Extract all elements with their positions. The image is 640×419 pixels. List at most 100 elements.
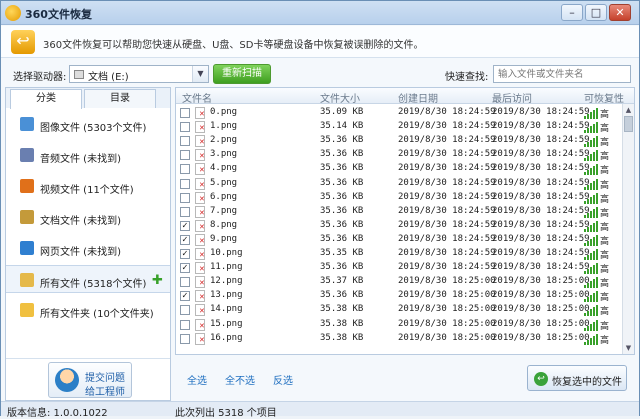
cell-size: 35.14 KB [320, 121, 364, 132]
cell-size: 35.36 KB [320, 290, 364, 301]
category-label: 所有文件 (5318个文件) [40, 279, 147, 290]
feedback-button[interactable]: 提交问题 给工程师 [48, 362, 132, 398]
row-checkbox[interactable] [180, 178, 190, 189]
scroll-down-icon[interactable]: ▼ [623, 342, 634, 354]
signal-strength-icon [584, 305, 598, 317]
row-checkbox[interactable]: ✓ [180, 234, 190, 245]
tab-directory[interactable]: 目录 [84, 89, 156, 108]
window-title: 360文件恢复 [25, 8, 92, 21]
close-button[interactable]: ✕ [609, 4, 631, 21]
row-checkbox[interactable] [180, 319, 190, 330]
title-bar[interactable]: 360文件恢复 – □ ✕ [1, 1, 639, 25]
row-checkbox[interactable] [180, 150, 190, 161]
category-item[interactable]: 音频文件 (未找到) [6, 141, 170, 169]
select-all-link[interactable]: 全选 [187, 372, 207, 387]
table-row[interactable]: ✓ 8.png 35.36 KB 2019/8/30 18:24:592019/8/3… [176, 219, 622, 233]
row-checkbox[interactable]: ✓ [180, 263, 190, 274]
table-row[interactable]: 6.png 35.36 KB 2019/8/30 18:24:592019/8/30… [176, 191, 622, 205]
column-header-created[interactable]: 创建日期 [398, 90, 438, 105]
table-row[interactable]: 5.png 35.36 KB 2019/8/30 18:24:592019/8/30… [176, 177, 622, 191]
row-checkbox[interactable] [180, 122, 190, 133]
drive-select[interactable]: 文档 (E:) ▼ [69, 65, 209, 83]
add-icon[interactable]: ✚ [152, 273, 163, 288]
row-checkbox[interactable] [180, 333, 190, 344]
column-header-recoverability[interactable]: 可恢复性 [584, 90, 624, 105]
table-row[interactable]: 0.png 35.09 KB 2019/8/30 18:24:592019/8/30… [176, 106, 622, 120]
cell-accessed: 2019/8/30 18:24:59 [492, 135, 590, 146]
divider [6, 358, 170, 359]
search-input[interactable] [493, 65, 631, 83]
cell-created: 2019/8/30 18:24:59 [398, 107, 496, 117]
cell-size: 35.38 KB [320, 304, 364, 315]
category-icon [20, 303, 34, 317]
table-row[interactable]: 7.png 35.36 KB 2019/8/30 18:24:592019/8/30… [176, 205, 622, 219]
vertical-scrollbar[interactable]: ▲ ▼ [622, 104, 634, 354]
cell-size: 35.09 KB [320, 107, 364, 117]
table-row[interactable]: ✓ 11.png 35.36 KB 2019/8/30 18:24:592019/8/… [176, 261, 622, 275]
table-row[interactable]: 2.png 35.36 KB 2019/8/30 18:24:592019/8/30… [176, 134, 622, 148]
signal-strength-icon [584, 206, 598, 218]
cell-accessed: 2019/8/30 18:24:59 [492, 219, 590, 230]
row-checkbox[interactable]: ✓ [180, 291, 190, 302]
action-bar: 全选 全不选 反选 ↩ 恢复选中的文件 [175, 357, 635, 401]
row-checkbox[interactable] [180, 192, 190, 203]
category-item[interactable]: 文档文件 (未找到) [6, 203, 170, 231]
signal-strength-icon [584, 164, 598, 176]
row-checkbox[interactable] [180, 136, 190, 147]
drive-toolbar: 选择驱动器: 文档 (E:) ▼ 重新扫描 快速查找: [1, 59, 639, 87]
deleted-file-icon [195, 233, 205, 246]
table-row[interactable]: ✓ 10.png 35.35 KB 2019/8/30 18:24:592019/8/… [176, 247, 622, 261]
column-header-name[interactable]: 文件名 [182, 90, 212, 105]
row-checkbox[interactable] [180, 108, 190, 118]
deleted-file-icon [195, 177, 205, 190]
table-row[interactable]: 3.png 35.36 KB 2019/8/30 18:24:592019/8/30… [176, 148, 622, 162]
recover-selected-button[interactable]: ↩ 恢复选中的文件 [527, 365, 627, 391]
banner-text: 360文件恢复可以帮助您快速从硬盘、U盘、SD卡等硬盘设备中恢复被误删除的文件。 [43, 40, 424, 51]
category-item[interactable]: 所有文件 (5318个文件) ✚ [6, 265, 170, 293]
cell-name: 6.png [210, 191, 238, 202]
maximize-button[interactable]: □ [585, 4, 607, 21]
row-checkbox[interactable]: ✓ [180, 249, 190, 259]
tab-category[interactable]: 分类 [10, 89, 82, 109]
deleted-file-icon [195, 276, 205, 289]
cell-name: 10.png [210, 248, 243, 258]
table-row[interactable]: 1.png 35.14 KB 2019/8/30 18:24:592019/8/30… [176, 120, 622, 134]
category-item[interactable]: 视频文件 (11个文件) [6, 172, 170, 200]
cell-created: 2019/8/30 18:24:59 [398, 233, 496, 244]
table-row[interactable]: 16.png 35.38 KB 2019/8/30 18:25:002019/8/3… [176, 332, 622, 346]
invert-selection-link[interactable]: 反选 [273, 372, 293, 387]
cell-name: 15.png [210, 318, 243, 329]
row-checkbox[interactable] [180, 277, 190, 288]
cell-name: 7.png [210, 205, 238, 216]
cell-accessed: 2019/8/30 18:25:00 [492, 304, 590, 315]
table-row[interactable]: ✓ 9.png 35.36 KB 2019/8/30 18:24:592019/8/3… [176, 233, 622, 247]
row-checkbox[interactable] [180, 164, 190, 175]
table-row[interactable]: 4.png 35.36 KB 2019/8/30 18:24:592019/8/30… [176, 162, 622, 176]
category-item[interactable]: 网页文件 (未找到) [6, 234, 170, 262]
category-label: 文档文件 (未找到) [40, 216, 121, 227]
row-checkbox[interactable] [180, 206, 190, 217]
cell-name: 11.png [210, 262, 243, 273]
column-header-accessed[interactable]: 最后访问 [492, 90, 532, 105]
cell-recoverability: 高 [600, 335, 610, 346]
rescan-button[interactable]: 重新扫描 [213, 64, 271, 84]
chevron-down-icon[interactable]: ▼ [192, 66, 208, 82]
category-item[interactable]: 图像文件 (5303个文件) [6, 110, 170, 138]
table-row[interactable]: 15.png 35.38 KB 2019/8/30 18:25:002019/8/3… [176, 318, 622, 332]
scroll-up-icon[interactable]: ▲ [623, 104, 634, 116]
row-checkbox[interactable]: ✓ [180, 220, 190, 231]
panel-tabs: 分类 目录 [6, 88, 170, 109]
column-header-size[interactable]: 文件大小 [320, 90, 360, 105]
minimize-button[interactable]: – [561, 4, 583, 21]
recover-arrow-icon: ↩ [534, 372, 548, 386]
row-checkbox[interactable] [180, 305, 190, 316]
drive-label: 选择驱动器: [13, 72, 67, 83]
table-row[interactable]: ✓ 13.png 35.36 KB 2019/8/30 18:25:002019/8/… [176, 289, 622, 303]
table-row[interactable]: 14.png 35.38 KB 2019/8/30 18:25:002019/8/3… [176, 303, 622, 317]
category-item[interactable]: 所有文件夹 (10个文件夹) [6, 296, 170, 324]
cell-size: 35.36 KB [320, 205, 364, 216]
select-none-link[interactable]: 全不选 [225, 372, 255, 387]
cell-size: 35.37 KB [320, 276, 364, 287]
table-row[interactable]: 12.png 35.37 KB 2019/8/30 18:25:002019/8/3… [176, 275, 622, 289]
scroll-thumb[interactable] [624, 116, 633, 132]
